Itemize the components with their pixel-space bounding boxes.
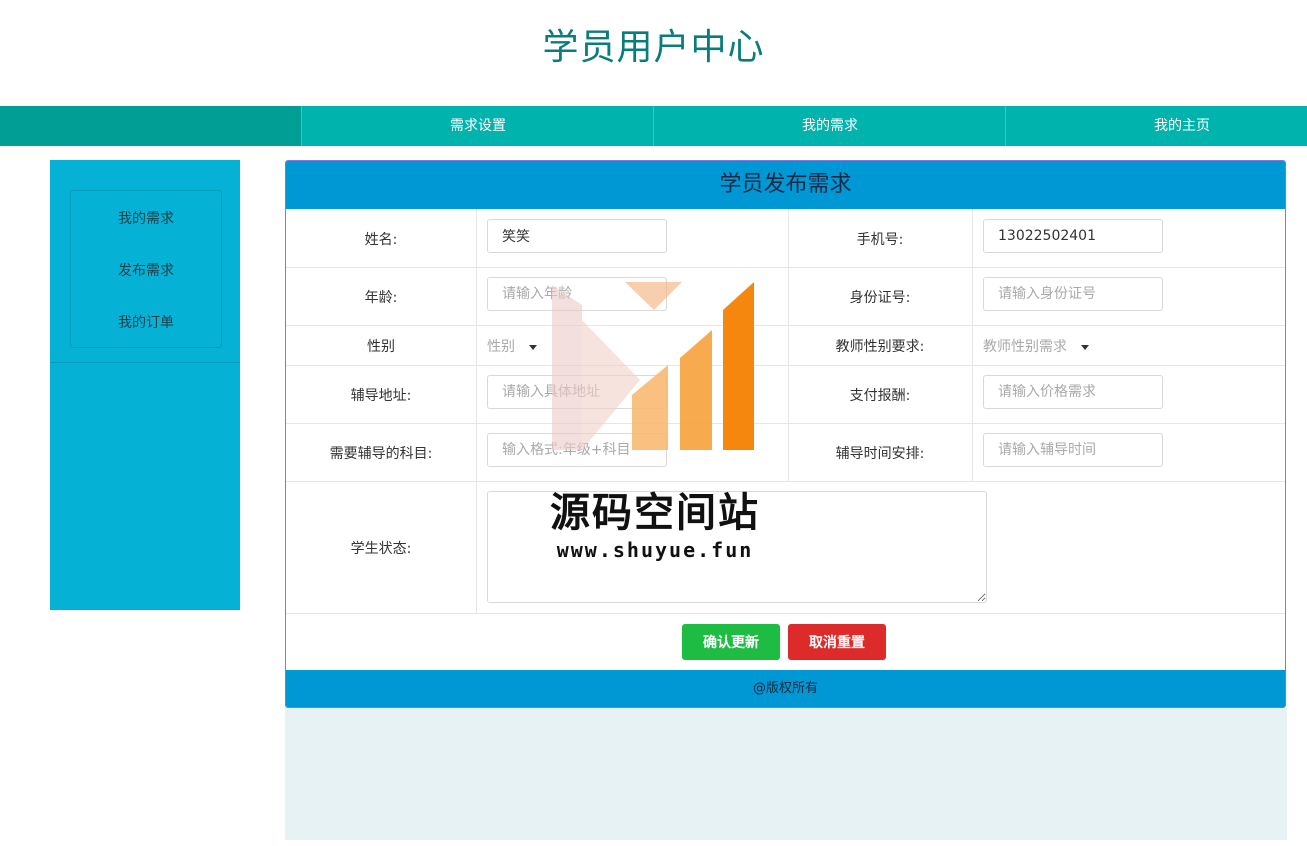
column-divider [972, 209, 973, 481]
confirm-update-button[interactable]: 确认更新 [682, 624, 780, 660]
top-navbar: 需求设置 我的需求 我的主页 [0, 106, 1307, 146]
age-input[interactable] [487, 277, 667, 311]
form-title: 学员发布需求 [286, 161, 1285, 209]
row-divider [286, 481, 1285, 482]
gender-label: 性别 [367, 339, 395, 355]
sidebar-item-my-demands[interactable]: 我的需求 [71, 208, 221, 228]
phone-input[interactable] [983, 219, 1163, 253]
payment-input[interactable] [983, 375, 1163, 409]
age-label: 年龄: [364, 290, 398, 306]
address-label: 辅导地址: [350, 388, 412, 404]
sidebar-divider [50, 362, 240, 363]
cancel-reset-button[interactable]: 取消重置 [788, 624, 886, 660]
schedule-label: 辅导时间安排: [835, 446, 925, 462]
name-label: 姓名: [364, 232, 398, 248]
name-input[interactable] [487, 219, 667, 253]
teacher-gender-select[interactable]: 教师性别需求 [983, 336, 1089, 356]
schedule-input[interactable] [983, 433, 1163, 467]
status-textarea[interactable] [487, 491, 987, 603]
row-divider [286, 613, 1285, 614]
address-input[interactable] [487, 375, 667, 409]
phone-label: 手机号: [856, 232, 904, 248]
subject-input[interactable] [487, 433, 667, 467]
id-card-label: 身份证号: [849, 290, 911, 306]
row-divider [286, 423, 1285, 424]
sidebar-item-my-orders[interactable]: 我的订单 [71, 312, 221, 332]
subject-label: 需要辅导的科目: [329, 446, 433, 462]
demand-form-panel: 学员发布需求 姓名: 手机号: 年龄: 身份证号: 性别 性别 教师性别要求: … [285, 160, 1286, 708]
gender-select[interactable]: 性别 [487, 336, 537, 356]
teacher-gender-select-value: 教师性别需求 [983, 339, 1067, 355]
caret-down-icon [529, 344, 537, 350]
column-divider [476, 209, 477, 613]
navbar-lead-block [0, 106, 301, 146]
nav-item-my-demands[interactable]: 我的需求 [653, 106, 1006, 146]
gender-select-value: 性别 [487, 339, 515, 355]
row-divider [286, 267, 1285, 268]
caret-down-icon [1081, 344, 1089, 350]
payment-label: 支付报酬: [849, 388, 911, 404]
content-background [285, 707, 1287, 840]
status-label: 学生状态: [350, 541, 412, 557]
copyright-footer: @版权所有 [286, 670, 1285, 707]
teacher-gender-label: 教师性别要求: [835, 339, 925, 355]
nav-item-demand-settings[interactable]: 需求设置 [301, 106, 654, 146]
row-divider [286, 325, 1285, 326]
sidebar: 我的需求 发布需求 我的订单 [50, 160, 240, 610]
site-title: 学员用户中心 [542, 27, 765, 68]
sidebar-menu: 我的需求 发布需求 我的订单 [70, 190, 222, 348]
sidebar-item-publish-demand[interactable]: 发布需求 [71, 260, 221, 280]
id-card-input[interactable] [983, 277, 1163, 311]
row-divider [286, 365, 1285, 366]
nav-item-my-homepage[interactable]: 我的主页 [1005, 106, 1307, 146]
